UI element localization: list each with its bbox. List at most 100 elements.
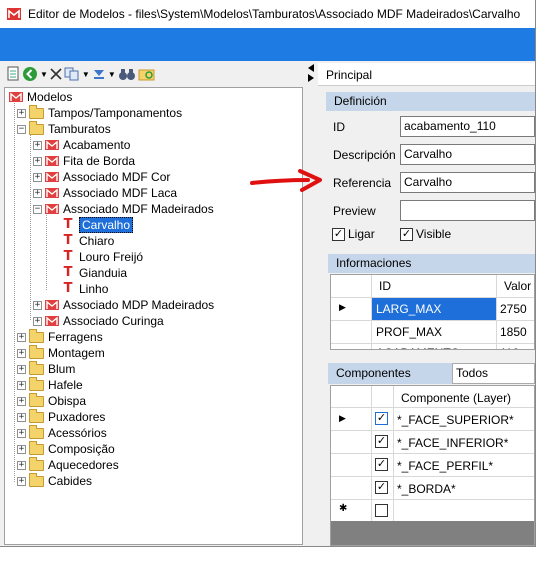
table-row[interactable]: ▶ LARG_MAX 2750 bbox=[331, 298, 534, 320]
tree-node[interactable]: + Tampos/Tamponamentos bbox=[17, 104, 182, 121]
componentes-filter-select[interactable]: Todos bbox=[452, 363, 535, 384]
back-icon[interactable] bbox=[22, 65, 38, 83]
tree-node[interactable]: T Chiaro bbox=[49, 233, 115, 249]
tree-node[interactable]: + Acabamento bbox=[33, 137, 130, 153]
preview-field[interactable] bbox=[400, 200, 535, 221]
tree-expander-icon[interactable]: + bbox=[17, 428, 26, 438]
copy-icon[interactable] bbox=[64, 65, 80, 83]
table-row[interactable]: ✓ *_FACE_PERFIL* bbox=[331, 454, 534, 476]
tree-expander-icon[interactable]: + bbox=[17, 476, 26, 486]
tree-node-root[interactable]: Modelos bbox=[9, 89, 72, 105]
tree-node[interactable]: + Associado MDP Madeirados bbox=[33, 297, 214, 313]
tree-node[interactable]: + Hafele bbox=[17, 376, 83, 393]
tree-node[interactable]: + Associado MDF Laca bbox=[33, 185, 177, 201]
descripcion-field[interactable]: Carvalho bbox=[400, 144, 535, 165]
tree-expander-icon[interactable]: + bbox=[17, 380, 26, 390]
binoculars-icon[interactable] bbox=[118, 65, 136, 83]
document-icon[interactable] bbox=[6, 65, 20, 83]
tree-node[interactable]: T Louro Freijó bbox=[49, 249, 143, 265]
table-row[interactable]: ✓ *_FACE_INFERIOR* bbox=[331, 431, 534, 453]
ligar-checkbox[interactable]: ✓ bbox=[332, 228, 345, 241]
tab-principal[interactable]: Principal bbox=[318, 63, 535, 86]
info-valor-cell[interactable]: 110 bbox=[500, 346, 519, 349]
layer-checkbox[interactable] bbox=[375, 504, 388, 517]
new-row[interactable]: ✱ bbox=[331, 500, 534, 521]
column-header-valor[interactable]: Valor bbox=[504, 279, 531, 293]
tree-expander-icon[interactable]: + bbox=[17, 332, 26, 342]
collapse-left-icon[interactable] bbox=[306, 63, 318, 83]
table-row[interactable]: ACABAMENTO 110 bbox=[331, 344, 534, 349]
info-id-cell[interactable]: ACABAMENTO bbox=[376, 346, 460, 349]
tree-expander-icon[interactable]: + bbox=[33, 140, 42, 150]
tree-node-label: Ferragens bbox=[48, 330, 103, 344]
layer-checkbox[interactable]: ✓ bbox=[375, 458, 388, 471]
tree-node[interactable]: + Obispa bbox=[17, 392, 86, 409]
tree-node[interactable]: T Carvalho bbox=[49, 217, 134, 233]
tree-node[interactable]: + Associado Curinga bbox=[33, 313, 164, 329]
move-icon[interactable] bbox=[92, 65, 106, 83]
tree-node-label: Associado MDF Laca bbox=[63, 186, 178, 200]
tree-expander-icon[interactable]: + bbox=[17, 364, 26, 374]
column-header-componente[interactable]: Componente (Layer) bbox=[401, 391, 511, 405]
table-row[interactable]: PROF_MAX 1850 bbox=[331, 321, 534, 343]
info-valor-cell[interactable]: 1850 bbox=[500, 325, 527, 339]
tree-node[interactable]: + Composição bbox=[17, 440, 115, 457]
tree-expander-icon[interactable]: + bbox=[17, 396, 26, 406]
model-tree[interactable]: Modelos + Tampos/Tamponamentos − Tamburatos +… bbox=[4, 87, 303, 545]
layer-checkbox[interactable]: ✓ bbox=[375, 435, 388, 448]
dropdown-arrow-icon[interactable]: ▼ bbox=[40, 65, 48, 83]
table-row[interactable]: ▶ ✓ *_FACE_SUPERIOR* bbox=[331, 408, 534, 430]
folder-icon bbox=[29, 376, 44, 391]
id-label: ID bbox=[333, 120, 345, 134]
tree-node[interactable]: + Blum bbox=[17, 360, 75, 377]
tree-expander-icon[interactable]: + bbox=[33, 156, 42, 166]
folder-refresh-icon[interactable] bbox=[138, 65, 156, 83]
panel-splitter[interactable] bbox=[305, 61, 317, 546]
tree-node[interactable]: + Acessórios bbox=[17, 424, 107, 441]
tree-expander-icon[interactable]: − bbox=[33, 204, 42, 214]
tree-expander-icon[interactable]: − bbox=[17, 124, 26, 134]
info-id-cell[interactable]: PROF_MAX bbox=[376, 325, 442, 339]
tree-expander-icon[interactable]: + bbox=[33, 316, 42, 326]
referencia-field[interactable]: Carvalho bbox=[400, 172, 535, 193]
tree-node[interactable]: − Associado MDF Madeirados bbox=[33, 201, 214, 217]
layer-checkbox[interactable]: ✓ bbox=[375, 412, 388, 425]
tree-node[interactable]: T Gianduia bbox=[49, 265, 127, 281]
layer-name-cell[interactable]: *_BORDA* bbox=[397, 482, 456, 496]
info-valor-cell[interactable]: 2750 bbox=[500, 302, 527, 316]
tree-expander-icon[interactable]: + bbox=[17, 348, 26, 358]
dropdown-arrow-icon[interactable]: ▼ bbox=[82, 65, 90, 83]
layer-name-cell[interactable]: *_FACE_INFERIOR* bbox=[397, 436, 508, 450]
tree-node-label: Cabides bbox=[48, 474, 93, 488]
tree-expander-icon[interactable]: + bbox=[17, 444, 26, 454]
tree-node[interactable]: + Associado MDF Cor bbox=[33, 169, 170, 185]
tree-expander-icon[interactable]: + bbox=[33, 188, 42, 198]
tree-node[interactable]: + Aquecedores bbox=[17, 456, 119, 473]
tree-node[interactable]: + Montagem bbox=[17, 344, 105, 361]
informaciones-grid[interactable]: ID Valor ▶ LARG_MAX 2750 PROF_MAX 1850 A… bbox=[330, 274, 535, 350]
tree-expander-icon[interactable]: + bbox=[33, 172, 42, 182]
tree-node[interactable]: − Tamburatos bbox=[17, 120, 111, 137]
layer-name-cell[interactable]: *_FACE_PERFIL* bbox=[397, 459, 493, 473]
preview-label: Preview bbox=[333, 204, 376, 218]
componentes-grid[interactable]: Componente (Layer) ▶ ✓ *_FACE_SUPERIOR* … bbox=[330, 385, 535, 546]
tree-expander-icon[interactable]: + bbox=[17, 412, 26, 422]
visible-checkbox[interactable]: ✓ bbox=[400, 228, 413, 241]
tree-node[interactable]: + Cabides bbox=[17, 472, 93, 489]
tree-node[interactable]: + Ferragens bbox=[17, 328, 103, 345]
dropdown-arrow-icon[interactable]: ▼ bbox=[108, 65, 116, 83]
layer-checkbox[interactable]: ✓ bbox=[375, 481, 388, 494]
tree-node[interactable]: + Fita de Borda bbox=[33, 153, 135, 169]
table-row[interactable]: ✓ *_BORDA* bbox=[331, 477, 534, 499]
tree-node[interactable]: T Linho bbox=[49, 281, 109, 297]
column-header-id[interactable]: ID bbox=[379, 279, 391, 293]
info-id-cell[interactable]: LARG_MAX bbox=[376, 302, 441, 316]
layer-name-cell[interactable]: *_FACE_SUPERIOR* bbox=[397, 413, 514, 427]
tree-expander-icon[interactable]: + bbox=[33, 300, 42, 310]
close-icon[interactable] bbox=[50, 65, 62, 83]
tree-node-label: Modelos bbox=[27, 90, 73, 104]
id-field[interactable]: acabamento_110 bbox=[400, 116, 535, 137]
tree-expander-icon[interactable]: + bbox=[17, 460, 26, 470]
tree-expander-icon[interactable]: + bbox=[17, 108, 26, 118]
tree-node[interactable]: + Puxadores bbox=[17, 408, 105, 425]
